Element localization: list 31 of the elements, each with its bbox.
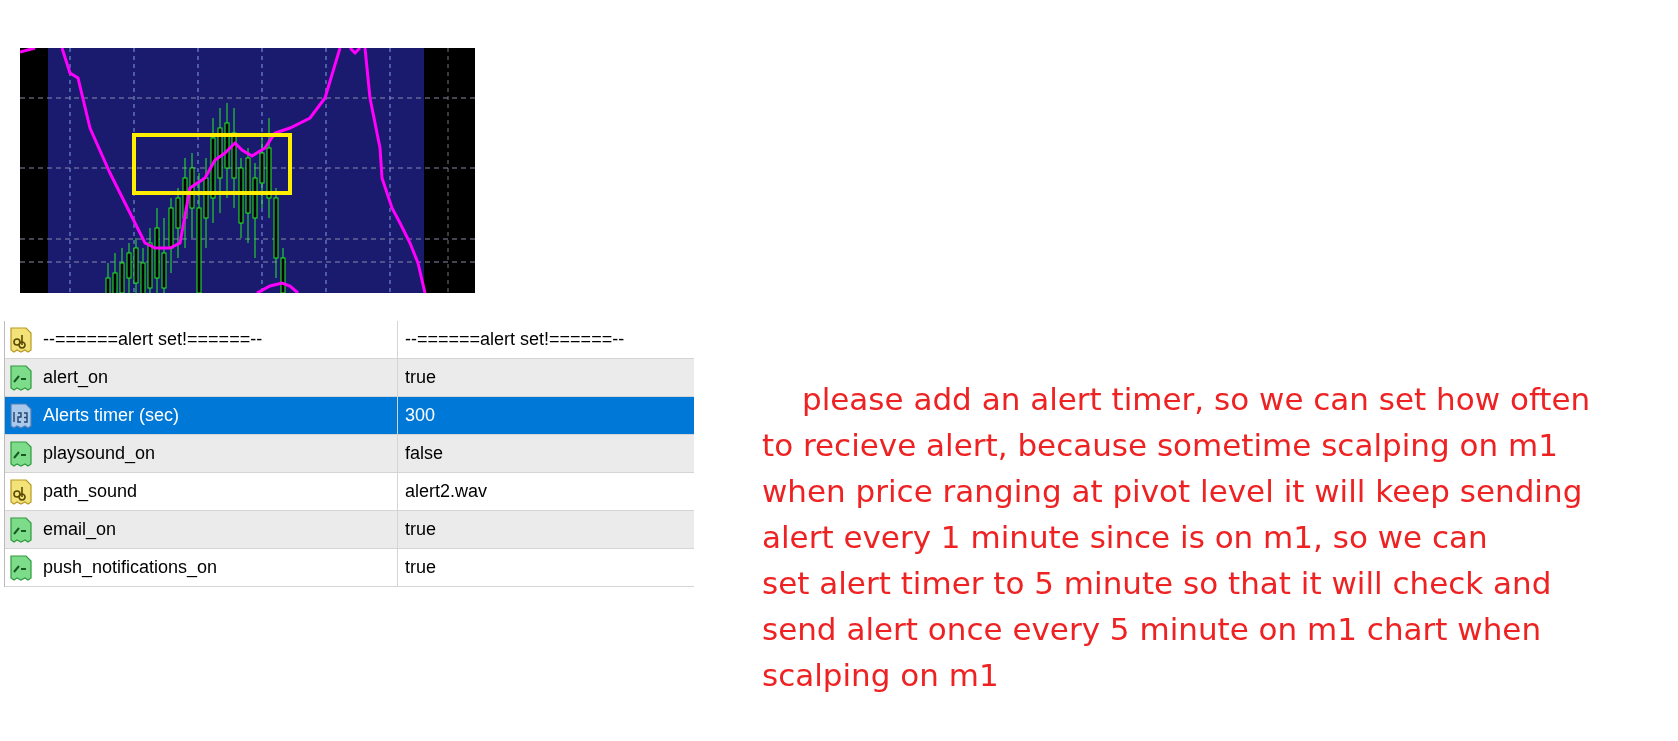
indicator-line [256, 281, 299, 293]
parameter-name: email_on [43, 519, 117, 540]
parameter-value: --======alert set!======-- [405, 329, 625, 350]
string-type-icon [9, 325, 33, 354]
parameter-row[interactable]: push_notifications_on true [5, 549, 694, 587]
parameter-value: alert2.wav [405, 481, 488, 502]
parameter-name: push_notifications_on [43, 557, 218, 578]
string-type-icon [9, 477, 33, 506]
boolean-type-icon [9, 439, 33, 468]
parameter-value: 300 [405, 405, 436, 426]
number-type-icon [9, 401, 33, 430]
parameter-row[interactable]: --======alert set!======-- --======alert set!======-- [5, 321, 694, 359]
parameter-row[interactable]: Alerts timer (sec) 300 [5, 397, 694, 435]
parameter-row[interactable]: email_on true [5, 511, 694, 549]
parameter-value: true [405, 367, 437, 388]
parameter-name: Alerts timer (sec) [43, 405, 179, 426]
parameter-name: playsound_on [43, 443, 156, 464]
parameter-name: path_sound [43, 481, 138, 502]
boolean-type-icon [9, 515, 33, 544]
boolean-type-icon [9, 553, 33, 582]
boolean-type-icon [9, 363, 33, 392]
parameter-value: false [405, 443, 444, 464]
parameter-name: alert_on [43, 367, 109, 388]
request-message: please add an alert timer, so we can set how often to recieve alert, because sometime scalping on m1 when price ranging at pivot level it will keep sending alert every 1 minute since is on m1, so we can set alert timer to 5 minute so that it will check and send alert once every 5 minute on m1 chart when scalping on m1 [762, 380, 1592, 695]
parameter-value: true [405, 557, 437, 578]
parameter-value: true [405, 519, 437, 540]
indicator-line [20, 48, 36, 54]
parameter-row[interactable]: alert_on true [5, 359, 694, 397]
parameter-row[interactable]: path_sound alert2.wav [5, 473, 694, 511]
parameter-row[interactable]: playsound_on false [5, 435, 694, 473]
parameter-name: --======alert set!======-- [43, 329, 263, 350]
